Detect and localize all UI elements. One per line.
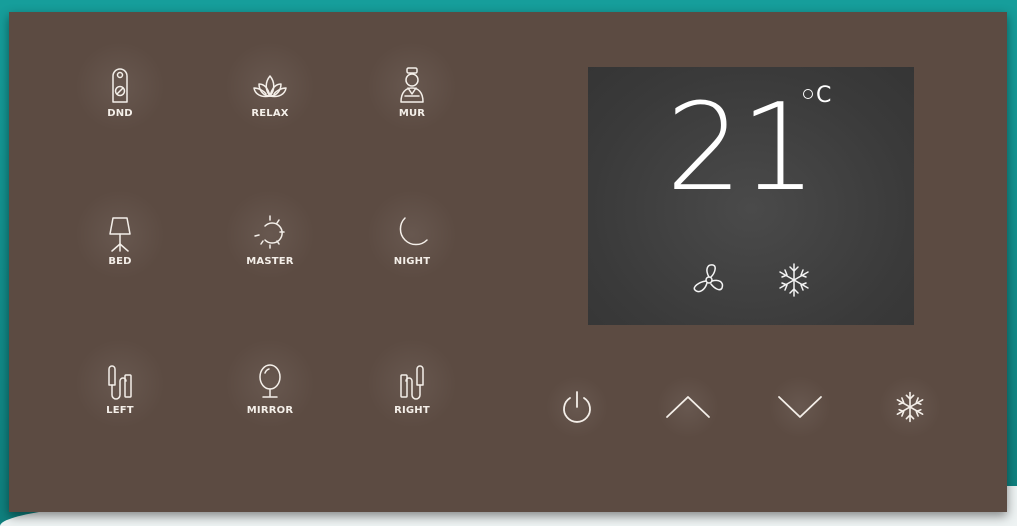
relax-label: RELAX: [251, 107, 289, 119]
degree-symbol: [803, 89, 813, 99]
control-panel: DND RELAX MUR BED MASTER NIGHT LEFT MIRR…: [9, 12, 1007, 512]
bed-lamp-icon: [109, 216, 131, 252]
temperature-unit: C: [803, 83, 831, 108]
left-wall-lamp-icon: [108, 364, 132, 400]
mur-label: MUR: [398, 107, 426, 119]
unit-letter: C: [816, 83, 832, 108]
snowflake-icon: [774, 260, 814, 300]
thermostat-display: 21 C: [588, 67, 914, 325]
right-wall-lamp-icon: [400, 364, 424, 400]
temperature-value: 21: [666, 79, 817, 218]
night-label: NIGHT: [393, 255, 431, 267]
door-hanger-icon: [112, 67, 128, 103]
snowflake-icon: [896, 391, 924, 423]
left-label: LEFT: [106, 404, 134, 416]
mode-snowflake-button[interactable]: [870, 367, 950, 447]
temp-down-button[interactable]: [760, 367, 840, 447]
night-button[interactable]: NIGHT: [357, 185, 467, 295]
chevron-up-icon: [666, 396, 710, 418]
relax-button[interactable]: RELAX: [215, 37, 325, 147]
mirror-label: MIRROR: [246, 404, 294, 416]
master-label: MASTER: [246, 255, 294, 267]
fan-icon: [689, 260, 729, 300]
mirror-icon: [259, 363, 281, 398]
mur-button[interactable]: MUR: [357, 37, 467, 147]
mirror-button[interactable]: MIRROR: [215, 334, 325, 444]
bed-label: BED: [108, 255, 132, 267]
housekeeper-icon: [400, 66, 424, 103]
left-button[interactable]: LEFT: [65, 334, 175, 444]
temp-up-button[interactable]: [648, 367, 728, 447]
power-button[interactable]: [537, 367, 617, 447]
lotus-icon: [253, 74, 287, 97]
moon-icon: [399, 216, 428, 245]
dnd-button[interactable]: DND: [65, 37, 175, 147]
right-label: RIGHT: [394, 404, 430, 416]
bed-button[interactable]: BED: [65, 185, 175, 295]
right-button[interactable]: RIGHT: [357, 334, 467, 444]
master-light-icon: [254, 214, 285, 249]
dnd-label: DND: [107, 107, 133, 119]
master-button[interactable]: MASTER: [215, 185, 325, 295]
power-icon: [563, 391, 591, 423]
chevron-down-icon: [778, 396, 822, 418]
